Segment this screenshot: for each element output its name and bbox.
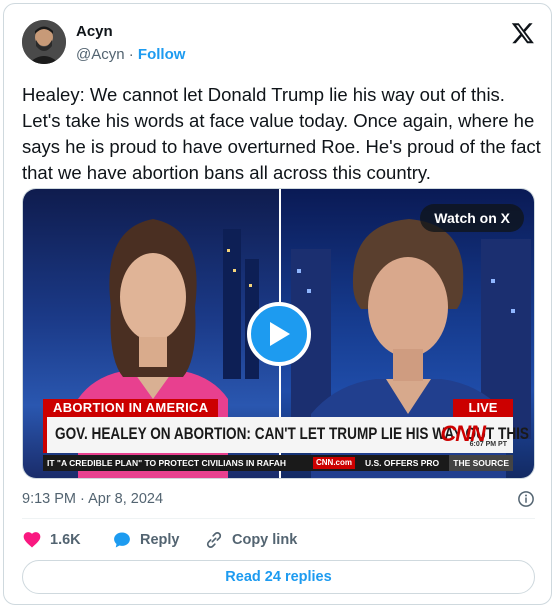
live-badge: LIVE — [453, 399, 513, 417]
ticker-right-text: U.S. OFFERS PRO — [365, 458, 440, 468]
ticker-brand: CNN.com — [313, 457, 356, 469]
tweet-timestamp[interactable]: 9:13 PM · Apr 8, 2024 — [22, 491, 163, 507]
play-button[interactable] — [247, 302, 311, 366]
tweet-text: Healey: We cannot let Donald Trump lie h… — [22, 84, 546, 183]
author-name[interactable]: Acyn — [76, 23, 113, 40]
avatar-image — [22, 20, 66, 64]
avatar[interactable] — [22, 20, 66, 64]
link-icon — [206, 532, 222, 548]
divider-line — [22, 518, 535, 519]
chyron-section-label: ABORTION IN AMERICA — [43, 399, 219, 417]
tweet-card: Acyn @Acyn · Follow Healey: We cannot le… — [3, 3, 552, 605]
author-handle-row: @Acyn · Follow — [76, 46, 185, 63]
like-button[interactable]: 1.6K — [22, 530, 81, 550]
chyron-top-bar: ABORTION IN AMERICA LIVE — [43, 399, 513, 417]
copy-link-label: Copy link — [232, 532, 298, 548]
read-replies-button[interactable]: Read 24 replies — [22, 560, 535, 594]
broadcast-time: 6:07 PM PT — [469, 441, 507, 448]
x-logo-icon[interactable] — [511, 21, 535, 45]
reply-label: Reply — [140, 532, 180, 548]
play-icon — [270, 322, 290, 346]
ticker-source: THE SOURCE — [449, 455, 513, 471]
separator-dot: · — [128, 46, 134, 63]
follow-button[interactable]: Follow — [138, 46, 186, 63]
heart-icon — [23, 532, 41, 548]
reply-bubble-icon — [114, 532, 130, 548]
ticker-left-text: IT "A CREDIBLE PLAN" TO PROTECT CIVILIAN… — [47, 458, 286, 468]
author-handle[interactable]: @Acyn — [76, 46, 125, 63]
reply-button[interactable]: Reply — [112, 530, 180, 550]
video-media[interactable]: Watch on X ABORTION IN AMERICA LIVE GOV.… — [22, 188, 535, 479]
news-ticker: IT "A CREDIBLE PLAN" TO PROTECT CIVILIAN… — [43, 455, 513, 471]
info-icon[interactable] — [517, 490, 535, 508]
chyron-headline-bar: GOV. HEALEY ON ABORTION: CAN'T LET TRUMP… — [43, 417, 529, 453]
watch-on-x-button[interactable]: Watch on X — [420, 204, 524, 232]
copy-link-button[interactable]: Copy link — [204, 530, 297, 550]
like-count: 1.6K — [50, 532, 81, 548]
